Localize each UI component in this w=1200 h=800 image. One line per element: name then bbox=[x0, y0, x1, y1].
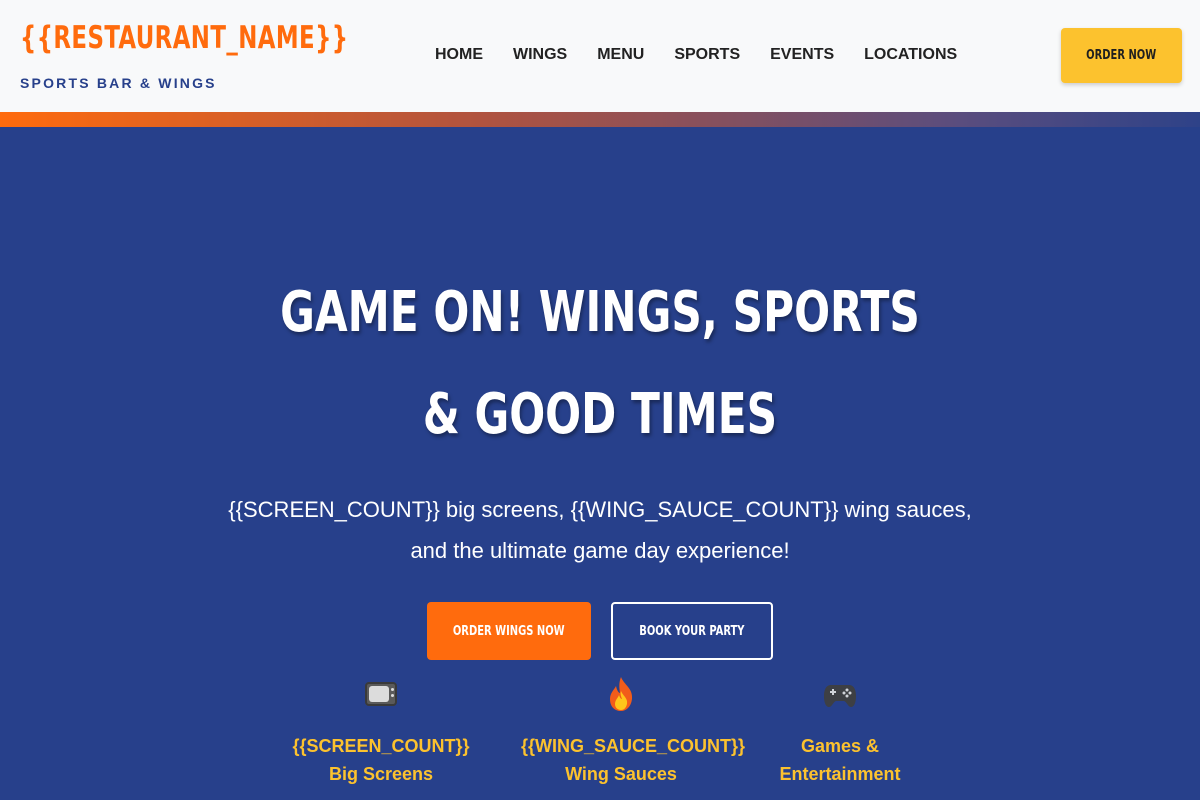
hero-title: GAME ON! WINGS, SPORTS & GOOD TIMES bbox=[200, 262, 1000, 466]
main-nav: HOME WINGS MENU SPORTS EVENTS LOCATIONS bbox=[420, 44, 972, 66]
feature-title-line2: Wing Sauces bbox=[565, 764, 677, 784]
feature-title: {{WING_SAUCE_COUNT}} Wing Sauces bbox=[521, 732, 746, 788]
feature-screens: {{SCREEN_COUNT}} Big Screens bbox=[281, 672, 481, 788]
feature-title-line1: Games & bbox=[800, 736, 880, 756]
order-wings-button[interactable]: ORDER WINGS NOW bbox=[427, 602, 591, 660]
order-wings-label: ORDER WINGS NOW bbox=[453, 623, 565, 639]
feature-title-line1: {{WING_SAUCE_COUNT}} bbox=[521, 736, 746, 756]
hero-subtitle: {{SCREEN_COUNT}} big screens, {{WING_SAU… bbox=[228, 497, 972, 563]
feature-title-line2: Entertainment bbox=[779, 764, 901, 784]
feature-title: {{SCREEN_COUNT}} Big Screens bbox=[281, 732, 481, 788]
nav-item-sports[interactable]: SPORTS bbox=[659, 44, 755, 66]
order-now-label: ORDER NOW bbox=[1086, 48, 1157, 63]
feature-title-line1: {{SCREEN_COUNT}} bbox=[292, 736, 470, 756]
feature-games: Games & Entertainment bbox=[740, 672, 940, 788]
tv-icon bbox=[281, 672, 481, 716]
nav-item-wings[interactable]: WINGS bbox=[498, 44, 582, 66]
nav-item-menu[interactable]: MENU bbox=[582, 44, 659, 66]
feature-title: Games & Entertainment bbox=[740, 732, 940, 788]
nav-item-events[interactable]: EVENTS bbox=[755, 44, 849, 66]
gamepad-icon bbox=[740, 672, 940, 716]
feature-sauces: {{WING_SAUCE_COUNT}} Wing Sauces bbox=[521, 672, 746, 788]
site-header: {{RESTAURANT_NAME}} SPORTS BAR & WINGS H… bbox=[0, 0, 1200, 112]
feature-title-line2: Big Screens bbox=[328, 764, 434, 784]
accent-divider bbox=[0, 112, 1200, 127]
nav-item-home[interactable]: HOME bbox=[420, 44, 498, 66]
order-now-button[interactable]: ORDER NOW bbox=[1061, 28, 1182, 83]
brand-tagline: SPORTS BAR & WINGS bbox=[20, 75, 217, 91]
hero-title-text: GAME ON! WINGS, SPORTS & GOOD TIMES bbox=[280, 280, 920, 447]
nav-item-locations[interactable]: LOCATIONS bbox=[849, 44, 972, 66]
restaurant-name[interactable]: {{RESTAURANT_NAME}} bbox=[20, 20, 348, 56]
book-party-label: BOOK YOUR PARTY bbox=[639, 623, 745, 639]
book-party-button[interactable]: BOOK YOUR PARTY bbox=[611, 602, 773, 660]
fire-icon bbox=[521, 672, 721, 716]
